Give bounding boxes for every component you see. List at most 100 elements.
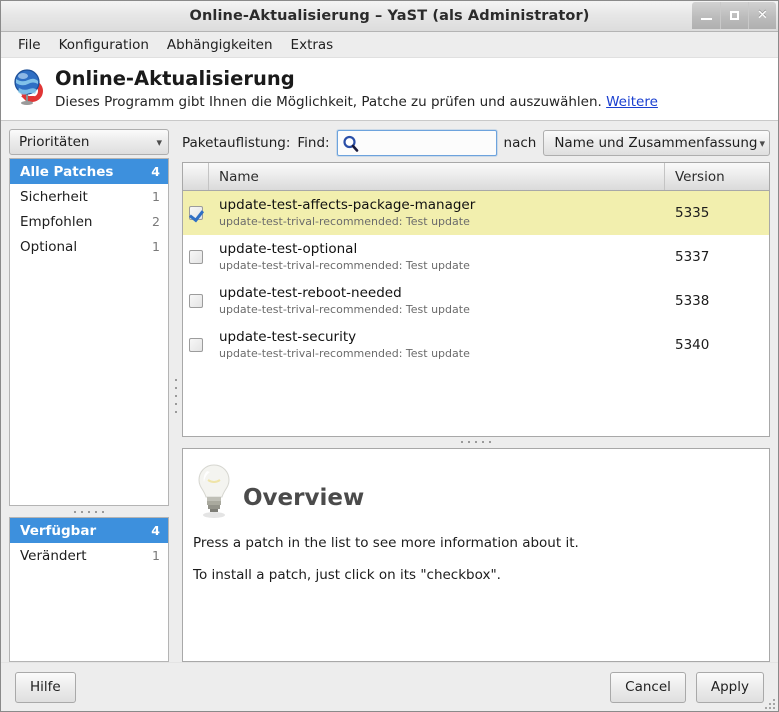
page-header-text: Online-Aktualisierung Dieses Programm gi… [55, 66, 658, 110]
overview-heading: Overview [193, 457, 759, 519]
priority-item-label: Optional [20, 238, 78, 255]
table-body: update-test-affects-package-manager upda… [183, 191, 769, 435]
search-mode-value: Name und Zusammenfassung [554, 135, 758, 152]
sidebar-splitter-handle[interactable] [9, 506, 169, 517]
priority-item-optional[interactable]: Optional 1 [10, 234, 168, 259]
priority-item-count: 4 [151, 164, 160, 180]
search-mode-combo[interactable]: Name und Zusammenfassung ▾ [543, 130, 770, 157]
page-subtitle: Dieses Programm gibt Ihnen die Möglichke… [55, 94, 658, 110]
row-name-cell: update-test-affects-package-manager upda… [209, 197, 665, 229]
priority-item-label: Alle Patches [20, 163, 114, 180]
table-header-row: Name Version [183, 163, 769, 192]
column-header-version[interactable]: Version [665, 163, 769, 190]
table-row[interactable]: update-test-reboot-needed update-test-tr… [183, 279, 769, 324]
footer-bar: Hilfe Cancel Apply [1, 662, 778, 711]
state-item-label: Verändert [20, 547, 87, 564]
overview-line-2: To install a patch, just click on its "c… [193, 566, 501, 583]
lightbulb-icon [193, 461, 235, 519]
state-item-verfuegbar[interactable]: Verfügbar 4 [10, 518, 168, 543]
page-header: Online-Aktualisierung Dieses Programm gi… [1, 58, 778, 122]
table-row[interactable]: update-test-optional update-test-trival-… [183, 235, 769, 280]
apply-button[interactable]: Apply [695, 671, 764, 703]
table-row[interactable]: update-test-affects-package-manager upda… [183, 191, 769, 236]
patch-name: update-test-optional [219, 241, 358, 258]
menu-extras[interactable]: Extras [282, 34, 343, 56]
state-item-count: 1 [152, 548, 160, 563]
row-checkbox[interactable] [189, 250, 203, 265]
window-title: Online-Aktualisierung – YaST (als Admini… [189, 8, 590, 24]
close-icon: ✕ [757, 8, 768, 23]
patch-summary: update-test-trival-recommended: Test upd… [219, 215, 470, 229]
patch-name: update-test-security [219, 329, 357, 346]
row-name-cell: update-test-reboot-needed update-test-tr… [209, 285, 665, 317]
patch-summary: update-test-trival-recommended: Test upd… [219, 303, 470, 317]
patch-version: 5340 [675, 337, 710, 354]
row-checkbox-cell[interactable] [183, 338, 209, 353]
package-listing-label: Paketauflistung: [182, 135, 291, 152]
package-area: Paketauflistung: Find: nach Name und Zus… [182, 129, 770, 663]
nach-label: nach [503, 135, 537, 152]
priority-item-alle-patches[interactable]: Alle Patches 4 [10, 159, 168, 185]
row-checkbox-cell[interactable] [183, 206, 209, 221]
maximize-button[interactable] [720, 2, 748, 29]
priority-item-sicherheit[interactable]: Sicherheit 1 [10, 184, 168, 209]
state-item-veraendert[interactable]: Verändert 1 [10, 543, 168, 568]
patch-summary: update-test-trival-recommended: Test upd… [219, 347, 470, 361]
page-subtitle-text: Dieses Programm gibt Ihnen die Möglichke… [55, 94, 602, 111]
menubar: File Konfiguration Abhängigkeiten Extras [1, 32, 778, 58]
main-content: Prioritäten ▾ Alle Patches 4 Sicherheit … [1, 121, 778, 663]
resize-grip[interactable] [764, 698, 775, 709]
row-checkbox[interactable] [189, 338, 203, 353]
patch-table[interactable]: Name Version update-test-affects-package… [182, 162, 770, 437]
priority-list[interactable]: Alle Patches 4 Sicherheit 1 Empfohlen 2 … [9, 158, 169, 506]
more-info-link[interactable]: Weitere [606, 94, 658, 110]
page-title: Online-Aktualisierung [55, 67, 295, 90]
cancel-button[interactable]: Cancel [610, 671, 686, 703]
menu-konfiguration[interactable]: Konfiguration [50, 34, 158, 56]
priority-item-count: 1 [152, 239, 160, 255]
patch-name: update-test-reboot-needed [219, 285, 402, 302]
row-name-cell: update-test-optional update-test-trival-… [209, 241, 665, 273]
titlebar: Online-Aktualisierung – YaST (als Admini… [1, 1, 778, 32]
overview-title: Overview [243, 484, 365, 511]
state-list[interactable]: Verfügbar 4 Verändert 1 [9, 517, 169, 662]
patch-name: update-test-affects-package-manager [219, 197, 476, 214]
row-name-cell: update-test-security update-test-trival-… [209, 329, 665, 361]
row-checkbox[interactable] [189, 294, 203, 309]
column-header-name[interactable]: Name [209, 163, 665, 191]
menu-abhaengigkeiten[interactable]: Abhängigkeiten [158, 34, 282, 56]
search-input[interactable] [358, 134, 492, 153]
find-label: Find: [297, 135, 330, 152]
search-field[interactable] [336, 130, 497, 157]
window-controls: ✕ [692, 2, 776, 29]
row-checkbox-cell[interactable] [183, 294, 209, 309]
priority-item-empfohlen[interactable]: Empfohlen 2 [10, 209, 168, 234]
footer-actions: Cancel Apply [610, 671, 764, 703]
priority-filter-combo[interactable]: Prioritäten ▾ [9, 129, 169, 156]
priority-item-label: Sicherheit [20, 188, 88, 205]
close-button[interactable]: ✕ [748, 2, 776, 29]
row-checkbox-cell[interactable] [183, 250, 209, 265]
chevron-down-icon: ▾ [759, 136, 765, 150]
yast-online-update-window: Online-Aktualisierung – YaST (als Admini… [0, 0, 779, 712]
minimize-icon [700, 18, 712, 20]
patch-summary: update-test-trival-recommended: Test upd… [219, 259, 470, 273]
package-filter-bar: Paketauflistung: Find: nach Name und Zus… [182, 129, 770, 157]
chevron-down-icon: ▾ [156, 135, 162, 149]
patch-version: 5335 [675, 205, 710, 222]
row-checkbox[interactable] [189, 206, 203, 221]
main-splitter-handle[interactable] [169, 129, 182, 662]
globe-update-icon [11, 69, 45, 107]
column-header-checkbox[interactable] [183, 163, 209, 191]
menu-file[interactable]: File [9, 34, 50, 56]
overview-line-1: Press a patch in the list to see more in… [193, 534, 579, 551]
state-item-count: 4 [151, 523, 160, 538]
priority-filter-label: Prioritäten [19, 134, 90, 151]
help-button[interactable]: Hilfe [15, 671, 76, 703]
priority-item-count: 2 [152, 214, 160, 230]
detail-splitter-handle[interactable] [182, 437, 770, 448]
priority-item-count: 1 [152, 189, 160, 205]
minimize-button[interactable] [692, 2, 720, 29]
patch-version: 5338 [675, 293, 710, 310]
table-row[interactable]: update-test-security update-test-trival-… [183, 323, 769, 368]
